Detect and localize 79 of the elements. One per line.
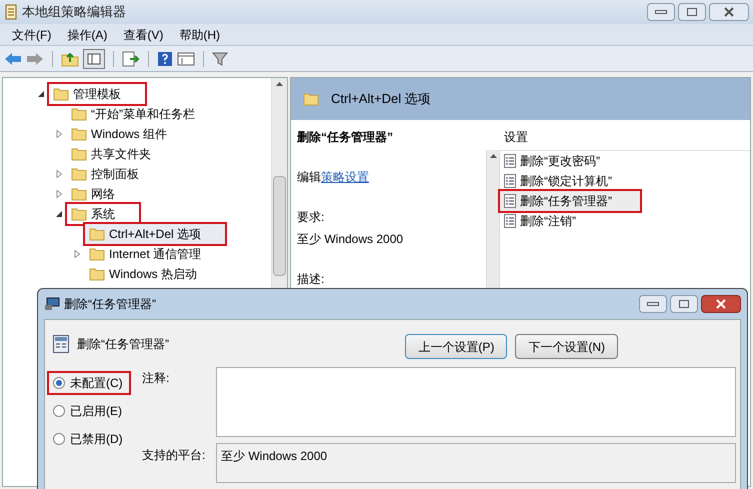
- properties-icon[interactable]: [177, 50, 195, 66]
- scroll-up-icon[interactable]: [490, 154, 496, 158]
- policy-icon: [504, 154, 516, 168]
- tree-item[interactable]: 管理模板: [49, 84, 145, 104]
- policy-settings-icon: [53, 334, 69, 352]
- expanded-arrow-icon[interactable]: [55, 210, 63, 218]
- close-icon: [716, 299, 726, 309]
- menu-item[interactable]: 查看(V): [123, 26, 164, 44]
- minimize-button[interactable]: [647, 3, 675, 21]
- tree-item[interactable]: Ctrl+Alt+Del 选项: [85, 224, 226, 244]
- setting-row[interactable]: 删除“更改密码”: [500, 151, 750, 171]
- folder-icon: [71, 207, 87, 221]
- policy-settings-link[interactable]: 策略设置: [321, 168, 369, 186]
- tree-item[interactable]: 网络: [67, 184, 119, 204]
- platform-label: 支持的平台:: [142, 447, 206, 464]
- maximize-button[interactable]: [678, 3, 706, 21]
- radio-option[interactable]: 已启用(E): [49, 401, 128, 421]
- tree-item[interactable]: Windows 组件: [67, 124, 172, 144]
- folder-icon: [303, 92, 319, 106]
- export-icon[interactable]: [122, 50, 140, 66]
- settings-heading: 设置: [500, 128, 750, 151]
- setting-row[interactable]: 删除“任务管理器”: [500, 191, 640, 211]
- tree-item[interactable]: 系统: [67, 204, 139, 224]
- collapsed-arrow-icon[interactable]: [55, 130, 63, 138]
- edit-label: 编辑: [297, 169, 321, 186]
- collapsed-arrow-icon[interactable]: [55, 190, 63, 198]
- setting-row[interactable]: 删除“锁定计算机”: [500, 171, 750, 191]
- description-label: 描述:: [297, 271, 326, 288]
- help-icon[interactable]: [157, 50, 173, 66]
- minimize-button[interactable]: [639, 295, 667, 313]
- folder-icon: [89, 267, 105, 281]
- folder-icon: [71, 187, 87, 201]
- close-icon: [724, 7, 734, 17]
- folder-icon: [53, 87, 69, 101]
- folder-icon: [71, 147, 87, 161]
- policy-name: 删除“任务管理器”: [77, 336, 169, 352]
- tree-item[interactable]: Internet 通信管理: [85, 244, 206, 264]
- platform-field: 至少 Windows 2000: [216, 443, 736, 483]
- scroll-up-icon[interactable]: [276, 82, 283, 86]
- tree-item[interactable]: 共享文件夹: [67, 144, 155, 164]
- tree-item[interactable]: 控制面板: [67, 164, 143, 184]
- comment-field[interactable]: [216, 367, 736, 437]
- app-icon: [4, 4, 18, 20]
- folder-up-icon[interactable]: [61, 50, 79, 66]
- tree-item[interactable]: Windows 热启动: [85, 264, 202, 284]
- policy-icon: [504, 174, 516, 188]
- folder-icon: [89, 247, 105, 261]
- radio-option[interactable]: 已禁用(D): [49, 429, 129, 449]
- filter-icon[interactable]: [212, 50, 228, 66]
- comment-label: 注释:: [142, 370, 170, 387]
- folder-icon: [71, 167, 87, 181]
- radio-option[interactable]: 未配置(C): [49, 373, 129, 393]
- close-button[interactable]: [709, 3, 749, 21]
- policy-icon: [504, 214, 516, 228]
- policy-icon: [504, 194, 516, 208]
- requirement-text: 至少 Windows 2000: [297, 231, 404, 248]
- tree-toggle-icon[interactable]: [83, 48, 105, 68]
- expanded-arrow-icon[interactable]: [37, 90, 45, 98]
- maximize-button[interactable]: [670, 295, 698, 313]
- setting-row[interactable]: 删除“注销”: [500, 211, 750, 231]
- header-title: Ctrl+Alt+Del 选项: [331, 90, 431, 108]
- tree-item[interactable]: “开始”菜单和任务栏: [67, 104, 199, 124]
- nav-button[interactable]: 下一个设置(N): [515, 334, 618, 359]
- policy-title: 删除“任务管理器”: [297, 129, 394, 146]
- collapsed-arrow-icon[interactable]: [55, 170, 63, 178]
- collapsed-arrow-icon[interactable]: [73, 250, 81, 258]
- folder-icon: [89, 227, 105, 241]
- nav-button[interactable]: 上一个设置(P): [405, 334, 508, 359]
- menu-item[interactable]: 操作(A): [67, 26, 108, 44]
- dialog-title: 删除“任务管理器”: [64, 296, 156, 313]
- folder-icon: [71, 127, 87, 141]
- window-title: 本地组策略编辑器: [22, 3, 126, 22]
- folder-icon: [71, 107, 87, 121]
- computer-icon: [44, 297, 60, 311]
- menu-item[interactable]: 帮助(H): [179, 26, 220, 44]
- back-icon[interactable]: [4, 52, 22, 66]
- requirement-label: 要求:: [297, 209, 326, 226]
- close-button[interactable]: [701, 295, 741, 313]
- menu-item[interactable]: 文件(F): [12, 26, 52, 44]
